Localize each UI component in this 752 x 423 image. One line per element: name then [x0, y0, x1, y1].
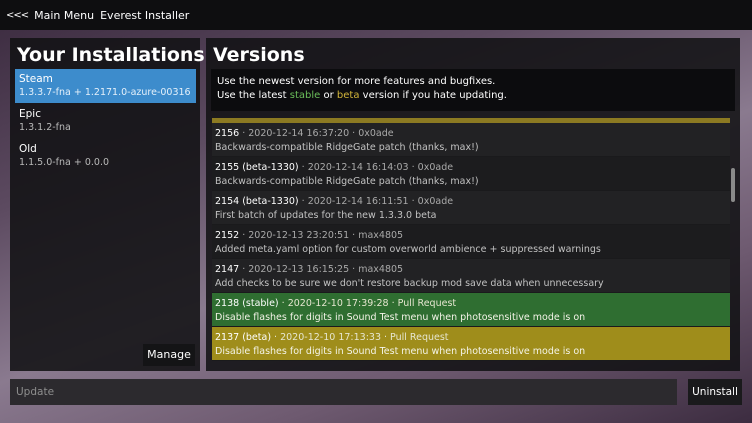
version-meta-line: 2156 · 2020-12-14 16:37:20 · 0x0ade [215, 128, 394, 139]
version-meta-line: 2137 (beta) · 2020-12-10 17:13:33 · Pull… [215, 332, 449, 343]
version-meta: 2020-12-13 23:20:51 · max4805 [248, 230, 404, 241]
page-title: Everest Installer [100, 8, 190, 22]
version-description: Disable flashes for digits in Sound Test… [215, 346, 586, 357]
version-number: 2152 [215, 230, 240, 241]
version-description: Backwards-compatible RidgeGate patch (th… [215, 176, 479, 187]
info-beta-word: beta [336, 90, 360, 101]
version-item[interactable]: 2156 · 2020-12-14 16:37:20 · 0x0ade Back… [212, 123, 730, 157]
installation-version: 1.3.1.2-fna [19, 122, 71, 133]
version-number: 2155 (beta-1330) [215, 162, 299, 173]
installations-panel: Your Installations Steam 1.3.3.7-fna + 1… [10, 38, 205, 371]
version-item[interactable]: 2152 · 2020-12-13 23:20:51 · max4805 Add… [212, 225, 730, 259]
version-item[interactable]: 2147 · 2020-12-13 16:15:25 · max4805 Add… [212, 259, 730, 293]
version-item-beta[interactable]: 2137 (beta) · 2020-12-10 17:13:33 · Pull… [212, 327, 730, 361]
version-number: 2154 (beta-1330) [215, 196, 299, 207]
installation-item-steam[interactable]: Steam 1.3.3.7-fna + 1.2171.0-azure-00316 [15, 69, 196, 103]
installation-version: 1.1.5.0-fna + 0.0.0 [19, 157, 110, 168]
version-item-stable[interactable]: 2138 (stable) · 2020-12-10 17:39:28 · Pu… [212, 293, 730, 327]
version-number: 2137 (beta) [215, 332, 272, 343]
version-description: First batch of updates for the new 1.3.3… [215, 210, 437, 221]
installation-version: 1.3.3.7-fna + 1.2171.0-azure-00316 [19, 87, 191, 98]
info-line-1: Use the newest version for more features… [217, 76, 496, 87]
info-stable-word: stable [289, 90, 321, 101]
versions-panel: Versions Use the newest version for more… [206, 38, 740, 371]
version-meta-line: 2155 (beta-1330) · 2020-12-14 16:14:03 ·… [215, 162, 454, 173]
version-meta-line: 2138 (stable) · 2020-12-10 17:39:28 · Pu… [215, 298, 457, 309]
versions-list[interactable]: 2156 · 2020-12-14 16:37:20 · 0x0ade Back… [212, 118, 730, 369]
version-description: Added meta.yaml option for custom overwo… [215, 244, 601, 255]
installations-list: Steam 1.3.3.7-fna + 1.2171.0-azure-00316… [15, 69, 196, 174]
back-icon[interactable]: <<< [6, 10, 29, 21]
installation-name: Epic [19, 108, 41, 120]
versions-scrollbar[interactable] [731, 118, 736, 369]
version-meta: 2020-12-14 16:11:51 · 0x0ade [307, 196, 454, 207]
uninstall-button[interactable]: Uninstall [688, 379, 742, 405]
installation-name: Old [19, 143, 37, 155]
version-meta: 2020-12-10 17:39:28 · Pull Request [287, 298, 457, 309]
version-meta: 2020-12-13 16:15:25 · max4805 [248, 264, 404, 275]
breadcrumb-main-menu[interactable]: Main Menu [34, 9, 94, 22]
info-line-2-suffix: version if you hate updating. [362, 90, 507, 101]
version-meta-line: 2152 · 2020-12-13 23:20:51 · max4805 [215, 230, 404, 241]
version-description: Disable flashes for digits in Sound Test… [215, 312, 586, 323]
version-item[interactable]: 2154 (beta-1330) · 2020-12-14 16:11:51 ·… [212, 191, 730, 225]
info-line-2: Use the latest stable or beta version if… [217, 89, 735, 103]
installation-name: Steam [19, 73, 53, 85]
info-line-2-prefix: Use the latest [217, 90, 287, 101]
info-or-word: or [323, 90, 334, 101]
version-number: 2138 (stable) [215, 298, 279, 309]
update-button[interactable]: Update [10, 379, 677, 405]
version-meta-line: 2154 (beta-1330) · 2020-12-14 16:11:51 ·… [215, 196, 454, 207]
installations-title: Your Installations [17, 44, 205, 66]
version-meta: 2020-12-10 17:13:33 · Pull Request [280, 332, 449, 343]
version-meta: 2020-12-14 16:14:03 · 0x0ade [307, 162, 454, 173]
installation-item-old[interactable]: Old 1.1.5.0-fna + 0.0.0 [15, 139, 196, 173]
version-description: Backwards-compatible RidgeGate patch (th… [215, 142, 479, 153]
version-number: 2147 [215, 264, 240, 275]
manage-button[interactable]: Manage [143, 344, 195, 366]
versions-title: Versions [213, 44, 305, 66]
version-description: Add checks to be sure we don't restore b… [215, 278, 604, 289]
version-number: 2156 [215, 128, 240, 139]
installation-item-epic[interactable]: Epic 1.3.1.2-fna [15, 104, 196, 138]
versions-info: Use the newest version for more features… [211, 69, 735, 111]
top-bar: <<< Main Menu Everest Installer [0, 0, 752, 30]
version-meta: 2020-12-14 16:37:20 · 0x0ade [248, 128, 394, 139]
version-meta-line: 2147 · 2020-12-13 16:15:25 · max4805 [215, 264, 404, 275]
version-item[interactable]: 2155 (beta-1330) · 2020-12-14 16:14:03 ·… [212, 157, 730, 191]
scrollbar-thumb[interactable] [731, 168, 735, 202]
